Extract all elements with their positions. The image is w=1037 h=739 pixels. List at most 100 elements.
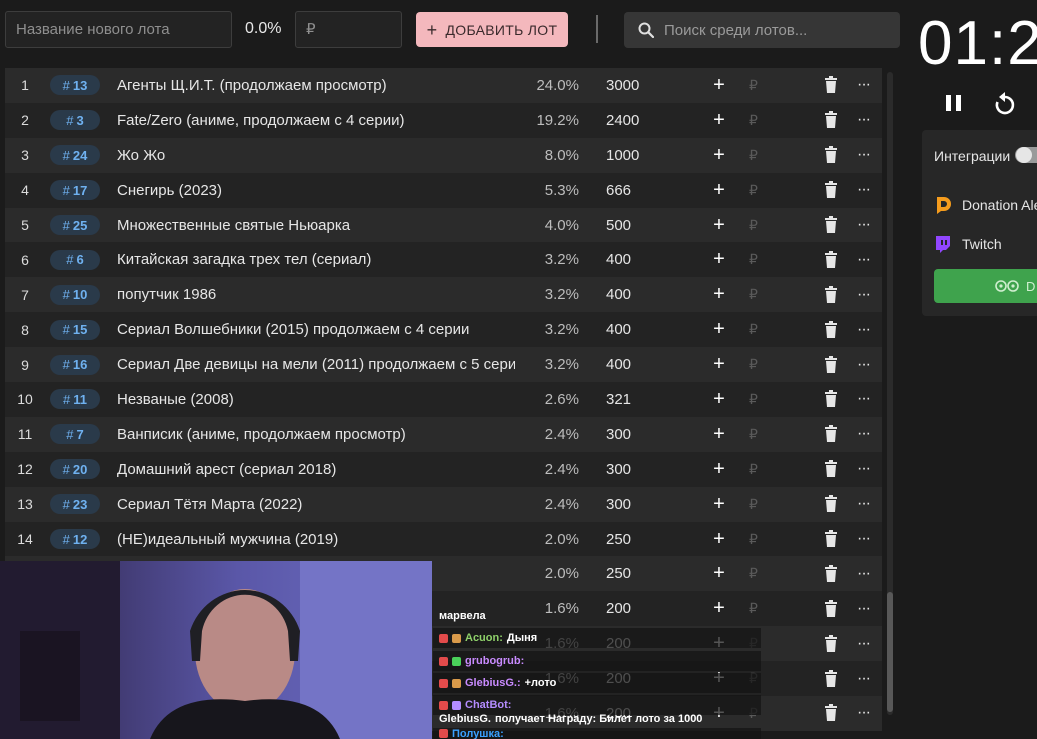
ruble-input[interactable]: ₽ xyxy=(749,147,758,164)
integration-connect-button[interactable]: D xyxy=(934,269,1037,303)
trash-icon[interactable] xyxy=(823,181,839,199)
add-amount-icon[interactable]: + xyxy=(709,179,729,202)
lot-id-badge[interactable]: #20 xyxy=(50,459,100,480)
more-icon[interactable]: ··· xyxy=(857,76,871,94)
lot-id-badge[interactable]: #11 xyxy=(50,389,100,410)
lot-amount[interactable]: 300 xyxy=(606,426,631,443)
add-amount-icon[interactable]: + xyxy=(709,562,729,585)
lot-id-badge[interactable]: #23 xyxy=(50,494,100,515)
lot-name[interactable]: Домашний арест (сериал 2018) xyxy=(117,461,515,478)
more-icon[interactable]: ··· xyxy=(857,390,871,408)
more-icon[interactable]: ··· xyxy=(857,251,871,269)
lot-row[interactable]: 4 #17 Снегирь (2023) 5.3% 666 + ₽ ··· xyxy=(5,172,882,208)
lots-scroll-thumb[interactable] xyxy=(887,592,893,712)
add-amount-icon[interactable]: + xyxy=(709,458,729,481)
new-lot-name-input[interactable] xyxy=(5,11,232,48)
lot-row[interactable]: 2 #3 Fate/Zero (аниме, продолжаем с 4 сери… xyxy=(5,102,882,138)
lot-name[interactable]: Агенты Щ.И.Т. (продолжаем просмотр) xyxy=(117,77,515,94)
pause-icon[interactable] xyxy=(944,92,964,114)
more-icon[interactable]: ··· xyxy=(857,530,871,548)
add-amount-icon[interactable]: + xyxy=(709,74,729,97)
lot-amount[interactable]: 400 xyxy=(606,251,631,268)
lot-row[interactable]: 13 #23 Сериал Тётя Марта (2022) 2.4% 300 + ₽ ··… xyxy=(5,486,882,522)
trash-icon[interactable] xyxy=(823,216,839,234)
lot-id-badge[interactable]: #12 xyxy=(50,529,100,550)
more-icon[interactable]: ··· xyxy=(857,635,871,653)
trash-icon[interactable] xyxy=(823,355,839,374)
lot-row[interactable]: 3 #24 Жо Жо 8.0% 1000 + ₽ ··· xyxy=(5,137,882,173)
lot-id-badge[interactable]: #24 xyxy=(50,145,100,166)
lot-amount[interactable]: 250 xyxy=(606,531,631,548)
lot-id-badge[interactable]: #17 xyxy=(50,180,100,201)
ruble-input[interactable]: ₽ xyxy=(749,565,758,582)
ruble-input[interactable]: ₽ xyxy=(749,391,758,408)
more-icon[interactable]: ··· xyxy=(857,495,871,513)
lot-row[interactable]: 6 #6 Китайская загадка трех тел (сериал) 3.… xyxy=(5,242,882,278)
add-amount-icon[interactable]: + xyxy=(709,248,729,271)
lot-name[interactable]: Китайская загадка трех тел (сериал) xyxy=(117,251,515,268)
lot-id-badge[interactable]: #3 xyxy=(50,110,100,131)
lot-search-box[interactable] xyxy=(624,12,900,48)
trash-icon[interactable] xyxy=(823,146,839,164)
lot-id-badge[interactable]: #7 xyxy=(50,424,100,445)
ruble-input[interactable]: ₽ xyxy=(749,182,758,199)
lot-row[interactable]: 5 #25 Множественные святые Ньюарка 4.0% 500 +… xyxy=(5,207,882,243)
lot-name[interactable]: Ванписик (аниме, продолжаем просмотр) xyxy=(117,426,515,443)
more-icon[interactable]: ··· xyxy=(857,425,871,443)
lot-row[interactable]: 11 #7 Ванписик (аниме, продолжаем просмотр… xyxy=(5,416,882,452)
lot-name[interactable]: Сериал Две девицы на мели (2011) продолж… xyxy=(117,356,515,373)
service-twitch[interactable]: Twitch xyxy=(934,235,1002,253)
lot-name[interactable]: Снегирь (2023) xyxy=(117,182,515,199)
more-icon[interactable]: ··· xyxy=(857,670,871,688)
restart-icon[interactable] xyxy=(994,92,1016,116)
lot-id-badge[interactable]: #15 xyxy=(50,319,100,340)
lot-amount[interactable]: 400 xyxy=(606,321,631,338)
add-amount-icon[interactable]: + xyxy=(709,388,729,411)
lot-amount[interactable]: 300 xyxy=(606,461,631,478)
more-icon[interactable]: ··· xyxy=(857,216,871,234)
trash-icon[interactable] xyxy=(823,320,839,339)
lot-row[interactable]: 1 #13 Агенты Щ.И.Т. (продолжаем просмотр) 2… xyxy=(5,68,882,103)
trash-icon[interactable] xyxy=(823,460,839,478)
ruble-input[interactable]: ₽ xyxy=(749,531,758,548)
lot-name[interactable]: Fate/Zero (аниме, продолжаем с 4 серии) xyxy=(117,112,515,129)
trash-icon[interactable] xyxy=(823,669,839,688)
ruble-input[interactable]: ₽ xyxy=(749,286,758,303)
lot-name[interactable]: Сериал Тётя Марта (2022) xyxy=(117,496,515,513)
lot-name[interactable]: Множественные святые Ньюарка xyxy=(117,217,515,234)
trash-icon[interactable] xyxy=(823,599,839,618)
new-lot-amount-input[interactable] xyxy=(295,11,402,48)
add-amount-icon[interactable]: + xyxy=(709,283,729,306)
integrations-toggle[interactable] xyxy=(1015,147,1037,163)
ruble-input[interactable]: ₽ xyxy=(749,356,758,373)
ruble-input[interactable]: ₽ xyxy=(749,77,758,94)
more-icon[interactable]: ··· xyxy=(857,321,871,339)
more-icon[interactable]: ··· xyxy=(857,181,871,199)
trash-icon[interactable] xyxy=(823,250,839,269)
trash-icon[interactable] xyxy=(823,76,839,94)
lot-name[interactable]: (НЕ)идеальный мужчина (2019) xyxy=(117,531,515,548)
lot-name[interactable]: Жо Жо xyxy=(117,147,515,164)
add-amount-icon[interactable]: + xyxy=(709,528,729,551)
trash-icon[interactable] xyxy=(823,530,839,548)
lot-id-badge[interactable]: #6 xyxy=(50,249,100,270)
more-icon[interactable]: ··· xyxy=(857,111,871,129)
ruble-input[interactable]: ₽ xyxy=(749,321,758,338)
add-amount-icon[interactable]: + xyxy=(709,423,729,446)
add-amount-icon[interactable]: + xyxy=(709,144,729,167)
trash-icon[interactable] xyxy=(823,390,839,408)
ruble-input[interactable]: ₽ xyxy=(749,426,758,443)
ruble-input[interactable]: ₽ xyxy=(749,496,758,513)
trash-icon[interactable] xyxy=(823,111,839,129)
lot-row[interactable]: 8 #15 Сериал Волшебники (2015) продолжаем … xyxy=(5,312,882,348)
service-donationalerts[interactable]: Donation Ale xyxy=(934,196,1037,214)
lot-id-badge[interactable]: #10 xyxy=(50,284,100,305)
lot-row[interactable]: 9 #16 Сериал Две девицы на мели (2011) про… xyxy=(5,347,882,383)
lot-id-badge[interactable]: #16 xyxy=(50,354,100,375)
trash-icon[interactable] xyxy=(823,495,839,513)
lot-amount[interactable]: 300 xyxy=(606,496,631,513)
ruble-input[interactable]: ₽ xyxy=(749,461,758,478)
lot-row[interactable]: 10 #11 Незваные (2008) 2.6% 321 + ₽ ··· xyxy=(5,382,882,417)
lot-row[interactable]: 12 #20 Домашний арест (сериал 2018) 2.4% 300… xyxy=(5,451,882,487)
lot-amount[interactable]: 3000 xyxy=(606,77,639,94)
